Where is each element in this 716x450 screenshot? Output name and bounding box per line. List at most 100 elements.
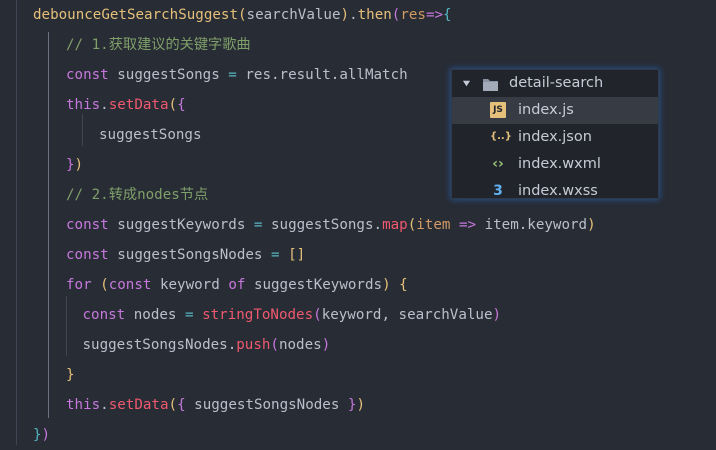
code-token: ) bbox=[41, 427, 51, 443]
code-token: suggestSongs bbox=[99, 127, 202, 143]
code-line[interactable]: debounceGetSearchSuggest(searchValue).th… bbox=[33, 0, 452, 30]
wxml-file-icon: ‹› bbox=[492, 156, 504, 172]
code-token: ) bbox=[356, 397, 365, 413]
code-token: ) bbox=[492, 307, 502, 323]
code-token: nodes bbox=[278, 337, 322, 353]
code-token: ( bbox=[270, 337, 279, 353]
indent-guide bbox=[48, 32, 49, 418]
code-line[interactable]: this.setData({ bbox=[66, 90, 186, 120]
caret-down-icon[interactable] bbox=[462, 70, 471, 97]
code-token: ( bbox=[100, 277, 109, 293]
code-token: suggestKeywords bbox=[253, 277, 383, 293]
code-token: res bbox=[400, 7, 426, 23]
code-token: keyword bbox=[159, 277, 229, 293]
code-token: ( bbox=[313, 307, 322, 323]
code-token: } bbox=[66, 367, 75, 383]
indent-guide bbox=[16, 0, 17, 445]
code-token: debounceGetSearchSuggest bbox=[33, 7, 238, 23]
file-name: index.wxss bbox=[518, 183, 598, 199]
folder-icon bbox=[482, 75, 498, 91]
code-token: ) bbox=[74, 157, 84, 173]
code-token: setData bbox=[108, 397, 169, 413]
code-token: this bbox=[66, 397, 101, 413]
indent-guide bbox=[66, 296, 67, 356]
code-token: suggestSongsNodes. bbox=[82, 337, 237, 353]
code-token: nodes bbox=[133, 307, 185, 323]
code-line[interactable]: }) bbox=[33, 420, 50, 450]
tree-file-row[interactable]: 3 index.wxss bbox=[452, 178, 658, 199]
code-token: item.keyword bbox=[484, 217, 588, 233]
tree-file-row[interactable]: JS index.js bbox=[452, 97, 658, 124]
code-token: . bbox=[100, 97, 109, 113]
code-token: const bbox=[82, 307, 134, 323]
code-token: // 1.获取建议的关键字歌曲 bbox=[66, 37, 251, 53]
code-token: // 2.转成nodes节点 bbox=[66, 187, 209, 203]
code-token: = bbox=[228, 67, 246, 83]
code-line[interactable]: suggestSongs bbox=[99, 120, 202, 150]
code-line[interactable]: this.setData({ suggestSongsNodes }) bbox=[66, 390, 365, 420]
code-token: { bbox=[399, 277, 408, 293]
code-token: { bbox=[177, 97, 186, 113]
code-editor[interactable]: debounceGetSearchSuggest(searchValue).th… bbox=[0, 0, 716, 445]
code-token: for bbox=[66, 277, 101, 293]
code-token: suggestKeywords bbox=[117, 217, 254, 233]
code-line[interactable]: for (const keyword of suggestKeywords) { bbox=[66, 270, 408, 300]
code-token: const bbox=[66, 217, 118, 233]
code-token: { bbox=[443, 7, 452, 23]
code-token: } bbox=[66, 157, 75, 173]
code-line[interactable]: const suggestSongs = res.result.allMatch bbox=[66, 60, 408, 90]
code-token: ) bbox=[587, 217, 596, 233]
code-line[interactable]: const nodes = stringToNodes(keyword, sea… bbox=[83, 300, 502, 330]
code-token: . bbox=[349, 7, 358, 23]
code-token: searchValue bbox=[246, 7, 341, 23]
code-token: = bbox=[253, 217, 272, 233]
code-line[interactable]: // 1.获取建议的关键字歌曲 bbox=[66, 30, 251, 60]
code-line[interactable]: // 2.转成nodes节点 bbox=[66, 180, 208, 210]
code-token: of bbox=[228, 277, 254, 293]
code-token: suggestSongs bbox=[117, 67, 229, 83]
folder-name: detail-search bbox=[509, 75, 604, 91]
code-token: ( bbox=[238, 7, 247, 23]
code-line[interactable]: const suggestKeywords = suggestSongs.map… bbox=[66, 210, 596, 240]
code-token: map bbox=[382, 217, 408, 233]
code-token: setData bbox=[108, 97, 169, 113]
code-token: stringToNodes bbox=[202, 307, 314, 323]
code-token: ( bbox=[407, 217, 417, 233]
code-token: const bbox=[108, 277, 160, 293]
file-tree-popup: detail-search JS index.js {..} index.json ‹›… bbox=[451, 69, 659, 199]
code-token: ( bbox=[168, 97, 178, 113]
code-line[interactable]: suggestSongsNodes.push(nodes) bbox=[83, 330, 331, 360]
code-token: = bbox=[185, 307, 203, 323]
code-token: => bbox=[425, 7, 444, 23]
tree-file-row[interactable]: {..} index.json bbox=[452, 124, 658, 151]
code-token: suggestSongs. bbox=[271, 217, 383, 233]
code-token: } bbox=[33, 427, 42, 443]
code-token: const bbox=[66, 67, 118, 83]
js-file-icon: JS bbox=[490, 102, 506, 118]
file-name: index.wxml bbox=[518, 156, 601, 172]
code-line[interactable]: }) bbox=[66, 150, 83, 180]
tree-folder-row[interactable]: detail-search bbox=[452, 70, 658, 97]
code-token: const bbox=[66, 247, 118, 263]
wxss-file-icon: 3 bbox=[493, 183, 503, 199]
tree-file-row[interactable]: ‹› index.wxml bbox=[452, 151, 658, 178]
code-token: suggestSongsNodes bbox=[194, 397, 348, 413]
code-token: = bbox=[271, 247, 289, 263]
code-token: item bbox=[416, 217, 459, 233]
code-line[interactable]: const suggestSongsNodes = [] bbox=[66, 240, 305, 270]
code-token: ( bbox=[168, 397, 178, 413]
code-token: this bbox=[66, 97, 101, 113]
code-token: res.result.allMatch bbox=[245, 67, 408, 83]
file-name: index.js bbox=[518, 102, 574, 118]
code-token: { bbox=[177, 397, 195, 413]
code-token: ) bbox=[340, 7, 350, 23]
code-token: . bbox=[100, 397, 109, 413]
code-token: [] bbox=[288, 247, 306, 263]
code-token: ) bbox=[382, 277, 400, 293]
code-line[interactable]: } bbox=[66, 360, 75, 390]
code-token: keyword, searchValue bbox=[321, 307, 493, 323]
code-token: => bbox=[458, 217, 485, 233]
code-token: then bbox=[357, 7, 392, 23]
code-token: suggestSongsNodes bbox=[117, 247, 271, 263]
json-file-icon: {..} bbox=[490, 131, 512, 142]
